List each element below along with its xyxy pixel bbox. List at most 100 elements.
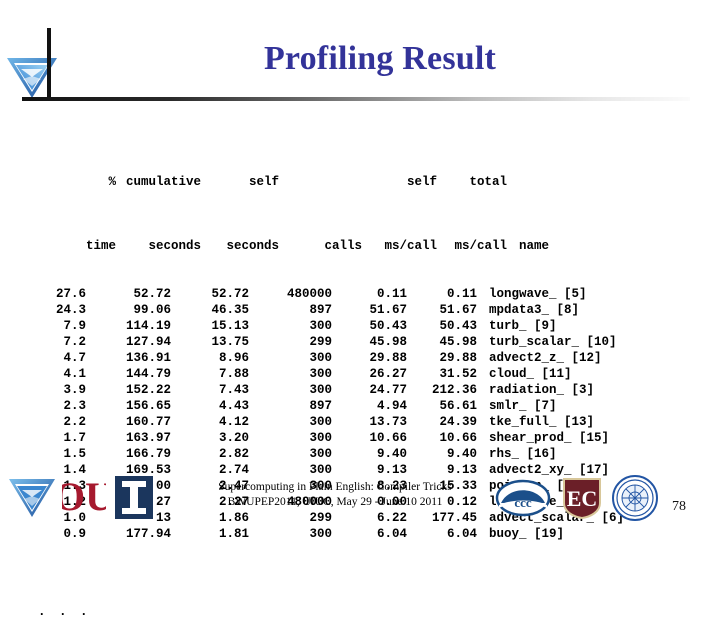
row-total-ms-per-call: 50.43 (439, 319, 477, 333)
row-calls: 897 (309, 303, 332, 317)
row-self-ms-per-call: 51.67 (369, 303, 407, 317)
row-self-ms-per-call: 29.88 (369, 351, 407, 365)
footer-line-1: Supercomputing in Plain English: Compile… (218, 481, 452, 493)
row-cumulative-seconds: 99.06 (133, 303, 171, 317)
row-function-name: smlr_ [7] (489, 399, 557, 413)
row-cumulative-seconds: 52.72 (133, 287, 171, 301)
row-self-seconds: 15.13 (211, 319, 249, 333)
table-row: 1.7 163.97 3.20 300 10.66 10.66 shear_prod_ [1… (38, 430, 624, 446)
row-self-seconds: 8.96 (218, 351, 249, 365)
header-self-mscall-top: self (407, 175, 438, 189)
row-calls: 299 (309, 335, 332, 349)
row-self-ms-per-call: 13.73 (369, 415, 407, 429)
table-row: 4.1 144.79 7.88 300 26.27 31.52 cloud_ [11] (38, 366, 624, 382)
row-total-ms-per-call: 0.11 (446, 287, 477, 301)
header-time: time (86, 239, 117, 253)
row-calls: 300 (309, 383, 332, 397)
table-row: 4.7 136.91 8.96 300 29.88 29.88 advect2_z_ [12… (38, 350, 624, 366)
header-total-mscall-top: total (469, 175, 508, 189)
row-percent-time: 27.6 (55, 287, 86, 301)
illinois-logo (113, 474, 155, 521)
row-total-ms-per-call: 10.66 (439, 431, 477, 445)
row-function-name: advect2_z_ [12] (489, 351, 602, 365)
row-function-name: cloud_ [11] (489, 367, 572, 381)
ccc-logo: ccc (495, 479, 551, 517)
row-total-ms-per-call: 31.52 (439, 367, 477, 381)
svg-text:ccc: ccc (514, 495, 532, 510)
svg-text:OU: OU (62, 474, 106, 519)
table-row: 7.9 114.19 15.13 300 50.43 50.43 turb_ [9] (38, 318, 624, 334)
row-function-name: longwave_ [5] (489, 287, 587, 301)
header-self-mscall: ms/call (384, 239, 438, 253)
page-title: Profiling Result (263, 40, 497, 77)
row-calls: 897 (309, 399, 332, 413)
row-percent-time: 2.2 (63, 415, 86, 429)
profiling-output: % cumulative self self total time seconds seco… (38, 110, 624, 636)
header-self-seconds: seconds (226, 239, 280, 253)
footer-line-2: BWUPEP2011, UIUC, May 29 - June 10 2011 (227, 496, 443, 508)
header-vertical-rule (47, 28, 51, 101)
row-cumulative-seconds: 156.65 (125, 399, 171, 413)
table-row: 7.2 127.94 13.75 299 45.98 45.98 turb_scalar_ … (38, 334, 624, 350)
row-self-seconds: 52.72 (211, 287, 249, 301)
row-calls: 480000 (286, 287, 332, 301)
row-calls: 300 (309, 415, 332, 429)
table-row: 27.6 52.72 52.72 480000 0.11 0.11 longwave_ [5… (38, 286, 624, 302)
row-percent-time: 1.7 (63, 431, 86, 445)
table-row: 3.9 152.22 7.43 300 24.77 212.36 radiation_ [3… (38, 382, 624, 398)
row-calls: 300 (309, 319, 332, 333)
row-function-name: shear_prod_ [15] (489, 431, 610, 445)
row-total-ms-per-call: 24.39 (439, 415, 477, 429)
row-self-seconds: 4.12 (218, 415, 249, 429)
row-self-seconds: 46.35 (211, 303, 249, 317)
row-function-name: radiation_ [3] (489, 383, 595, 397)
row-self-ms-per-call: 26.27 (369, 367, 407, 381)
ou-logo: OU (54, 473, 114, 521)
row-self-ms-per-call: 45.98 (369, 335, 407, 349)
table-row: 2.2 160.77 4.12 300 13.73 24.39 tke_full_ [13] (38, 414, 624, 430)
row-function-name: turb_ [9] (489, 319, 557, 333)
header-cumulative-seconds: seconds (148, 239, 202, 253)
row-percent-time: 7.2 (63, 335, 86, 349)
row-cumulative-seconds: 127.94 (125, 335, 171, 349)
ec-logo: EC (560, 476, 604, 520)
row-self-ms-per-call: 24.77 (369, 383, 407, 397)
page-number: 78 (672, 499, 686, 514)
row-self-ms-per-call: 0.11 (376, 287, 407, 301)
row-cumulative-seconds: 144.79 (125, 367, 171, 381)
row-cumulative-seconds: 163.97 (125, 431, 171, 445)
slide-footer: OU Supercomputing in Plain English: Comp… (0, 455, 720, 540)
row-percent-time: 4.1 (63, 367, 86, 381)
row-cumulative-seconds: 152.22 (125, 383, 171, 397)
table-row: 2.3 156.65 4.43 897 4.94 56.61 smlr_ [7] (38, 398, 624, 414)
header-cumulative-top: cumulative (126, 175, 202, 189)
footer-text: Supercomputing in Plain English: Compile… (170, 480, 500, 510)
row-function-name: turb_scalar_ [10] (489, 335, 617, 349)
row-self-ms-per-call: 50.43 (369, 319, 407, 333)
truncation-ellipsis: . . . (38, 605, 91, 619)
row-cumulative-seconds: 114.19 (125, 319, 171, 333)
row-function-name: tke_full_ [13] (489, 415, 595, 429)
header-total-mscall: ms/call (454, 239, 508, 253)
svg-text:EC: EC (567, 486, 598, 511)
row-self-seconds: 7.43 (218, 383, 249, 397)
row-self-seconds: 3.20 (218, 431, 249, 445)
row-percent-time: 3.9 (63, 383, 86, 397)
row-self-seconds: 4.43 (218, 399, 249, 413)
row-total-ms-per-call: 56.61 (439, 399, 477, 413)
row-total-ms-per-call: 45.98 (439, 335, 477, 349)
blue-waters-logo (8, 475, 56, 519)
row-function-name: mpdata3_ [8] (489, 303, 580, 317)
university-seal-logo (611, 474, 659, 522)
row-calls: 300 (309, 367, 332, 381)
row-self-seconds: 7.88 (218, 367, 249, 381)
table-row: 24.3 99.06 46.35 897 51.67 51.67 mpdata3_ [8] (38, 302, 624, 318)
header-self-top: self (249, 175, 280, 189)
slide-header: Profiling Result (0, 0, 720, 105)
table-header-bottom-row: time seconds seconds calls ms/call ms/call nam… (38, 222, 624, 253)
row-percent-time: 2.3 (63, 399, 86, 413)
header-name: name (519, 239, 550, 253)
header-percent-symbol: % (108, 175, 117, 189)
row-total-ms-per-call: 212.36 (431, 383, 477, 397)
header-horizontal-rule (22, 97, 690, 101)
